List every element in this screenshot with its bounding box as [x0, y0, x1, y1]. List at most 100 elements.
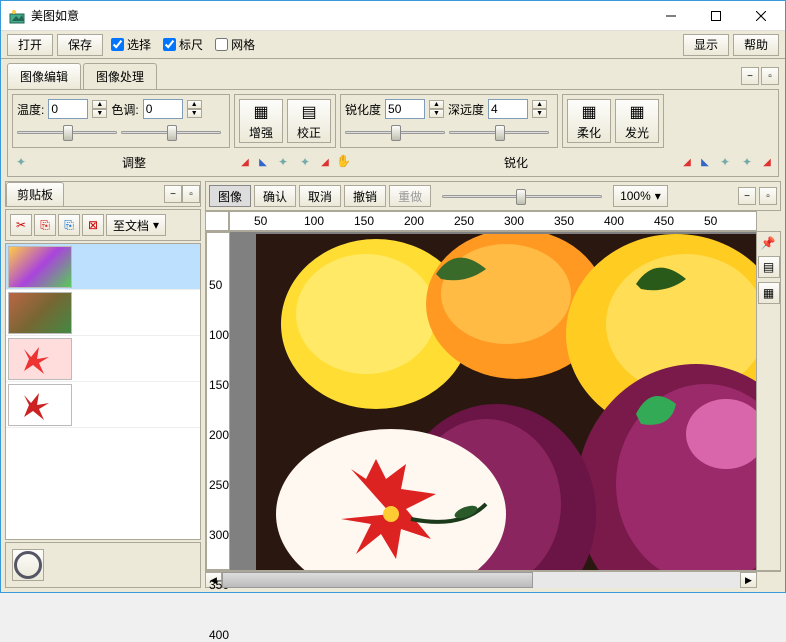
undo-button[interactable]: 撤销 [344, 185, 386, 207]
clipboard-close-button[interactable]: ▫ [182, 185, 200, 203]
ruler-checkbox[interactable]: 标尺 [163, 36, 203, 53]
cancel-button[interactable]: 取消 [299, 185, 341, 207]
redo-button[interactable]: 重做 [389, 185, 431, 207]
collapse-icon-1[interactable]: ◢ [238, 155, 252, 169]
enhance-icon: ▦ [253, 102, 268, 122]
select-checkbox[interactable]: 选择 [111, 36, 151, 53]
correct-button[interactable]: ▤校正 [287, 99, 331, 143]
depth-label: 深远度 [448, 101, 484, 118]
wand-icon-3[interactable]: ✦ [296, 153, 314, 171]
correct-icon: ▤ [301, 102, 316, 122]
clipboard-footer [5, 542, 201, 588]
canvas-min-button[interactable]: − [738, 187, 756, 205]
minimize-button[interactable] [648, 1, 693, 30]
scroll-right-button[interactable]: ▶ [740, 572, 757, 588]
sharpness-label: 锐化度 [345, 101, 381, 118]
depth-input[interactable] [488, 99, 528, 119]
confirm-button[interactable]: 确认 [254, 185, 296, 207]
enhance-button[interactable]: ▦增强 [239, 99, 283, 143]
pin-icon[interactable]: 📌 [761, 236, 777, 252]
clipboard-item[interactable] [6, 290, 200, 336]
hand-icon[interactable]: ✋ [336, 154, 352, 170]
panel-minimize-button[interactable]: − [741, 67, 759, 85]
main-toolbar: 打开 保存 选择 标尺 网格 显示 帮助 [1, 31, 785, 59]
wand-icon-1[interactable]: ✦ [12, 153, 30, 171]
horizontal-ruler: 5010015020025030035040045050 [229, 211, 757, 231]
save-button[interactable]: 保存 [57, 34, 103, 56]
paste-icon[interactable]: ⎘ [58, 214, 80, 236]
hue-label: 色调: [111, 101, 138, 118]
temperature-up[interactable]: ▲ [92, 100, 107, 109]
hue-up[interactable]: ▲ [187, 100, 202, 109]
side-tools: 📌 ▤ ▦ [756, 232, 780, 570]
sharpen-group: 锐化度 ▲▼ 深远度 ▲▼ [340, 94, 558, 148]
temperature-slider[interactable] [17, 123, 117, 141]
canvas-close-button[interactable]: ▫ [759, 187, 777, 205]
wand-icon-2[interactable]: ✦ [274, 153, 292, 171]
tab-row: 图像编辑 图像处理 − ▫ [1, 59, 785, 89]
sharpness-input[interactable] [385, 99, 425, 119]
sharpen-section-label: 锐化 [356, 154, 676, 171]
soften-icon: ▦ [581, 102, 596, 122]
ring-tool-button[interactable] [12, 549, 44, 581]
soften-button[interactable]: ▦柔化 [567, 99, 611, 143]
delete-icon[interactable]: ⊠ [82, 214, 104, 236]
chevron-down-icon: ▾ [153, 218, 159, 232]
clipboard-panel: 剪贴板 − ▫ ✂ ⎘ ⎘ ⊠ 至文档▾ [5, 181, 201, 588]
tab-image-process[interactable]: 图像处理 [83, 63, 157, 89]
titlebar: 美图如意 [1, 1, 785, 31]
controls-panel: 温度: ▲▼ 色调: ▲▼ ▦增强 ▤校正 锐化度 [7, 89, 779, 177]
sharpness-slider[interactable] [345, 123, 445, 141]
depth-slider[interactable] [449, 123, 549, 141]
expand-icon-1[interactable]: ◣ [256, 155, 270, 169]
show-button[interactable]: 显示 [683, 34, 729, 56]
soften-group: ▦柔化 ▦发光 [562, 94, 664, 148]
maximize-button[interactable] [693, 1, 738, 30]
hue-down[interactable]: ▼ [187, 109, 202, 118]
enhance-group: ▦增强 ▤校正 [234, 94, 336, 148]
cut-icon[interactable]: ✂ [10, 214, 32, 236]
clipboard-item[interactable] [6, 382, 200, 428]
side-tool-2[interactable]: ▦ [758, 282, 780, 304]
panel-close-button[interactable]: ▫ [761, 67, 779, 85]
help-button[interactable]: 帮助 [733, 34, 779, 56]
adjust-group: 温度: ▲▼ 色调: ▲▼ [12, 94, 230, 148]
horizontal-scrollbar[interactable]: ◀ ▶ [205, 571, 781, 588]
temperature-down[interactable]: ▼ [92, 109, 107, 118]
zoom-slider[interactable] [442, 187, 602, 205]
vertical-ruler: 50100150200250300350400 [206, 232, 230, 570]
wand-icon-5[interactable]: ✦ [738, 153, 756, 171]
temperature-input[interactable] [48, 99, 88, 119]
depth-down[interactable]: ▼ [532, 109, 547, 118]
grid-checkbox[interactable]: 网格 [215, 36, 255, 53]
collapse-icon-4[interactable]: ◢ [760, 155, 774, 169]
expand-icon-2[interactable]: ◣ [698, 155, 712, 169]
hue-input[interactable] [143, 99, 183, 119]
glow-button[interactable]: ▦发光 [615, 99, 659, 143]
image-tab-button[interactable]: 图像 [209, 185, 251, 207]
to-document-dropdown[interactable]: 至文档▾ [106, 214, 166, 236]
collapse-icon-3[interactable]: ◢ [680, 155, 694, 169]
clipboard-item[interactable] [6, 244, 200, 290]
sharpness-down[interactable]: ▼ [429, 109, 444, 118]
canvas-panel: 图像 确认 取消 撤销 重做 100%▾ − ▫ 501001502002503… [205, 181, 781, 588]
sharpness-up[interactable]: ▲ [429, 100, 444, 109]
side-tool-1[interactable]: ▤ [758, 256, 780, 278]
clipboard-min-button[interactable]: − [164, 185, 182, 203]
hue-slider[interactable] [121, 123, 221, 141]
clipboard-tab[interactable]: 剪贴板 [6, 182, 64, 206]
app-icon [9, 8, 25, 24]
clipboard-item[interactable] [6, 336, 200, 382]
canvas-viewport[interactable] [230, 232, 756, 570]
wand-icon-4[interactable]: ✦ [716, 153, 734, 171]
open-button[interactable]: 打开 [7, 34, 53, 56]
close-button[interactable] [738, 1, 783, 30]
collapse-icon-2[interactable]: ◢ [318, 155, 332, 169]
tab-image-edit[interactable]: 图像编辑 [7, 63, 81, 89]
depth-up[interactable]: ▲ [532, 100, 547, 109]
copy-icon[interactable]: ⎘ [34, 214, 56, 236]
canvas-image[interactable] [256, 234, 756, 570]
clipboard-list[interactable] [5, 243, 201, 540]
zoom-dropdown[interactable]: 100%▾ [613, 185, 668, 207]
canvas-toolbar: 图像 确认 取消 撤销 重做 100%▾ − ▫ [205, 181, 781, 211]
